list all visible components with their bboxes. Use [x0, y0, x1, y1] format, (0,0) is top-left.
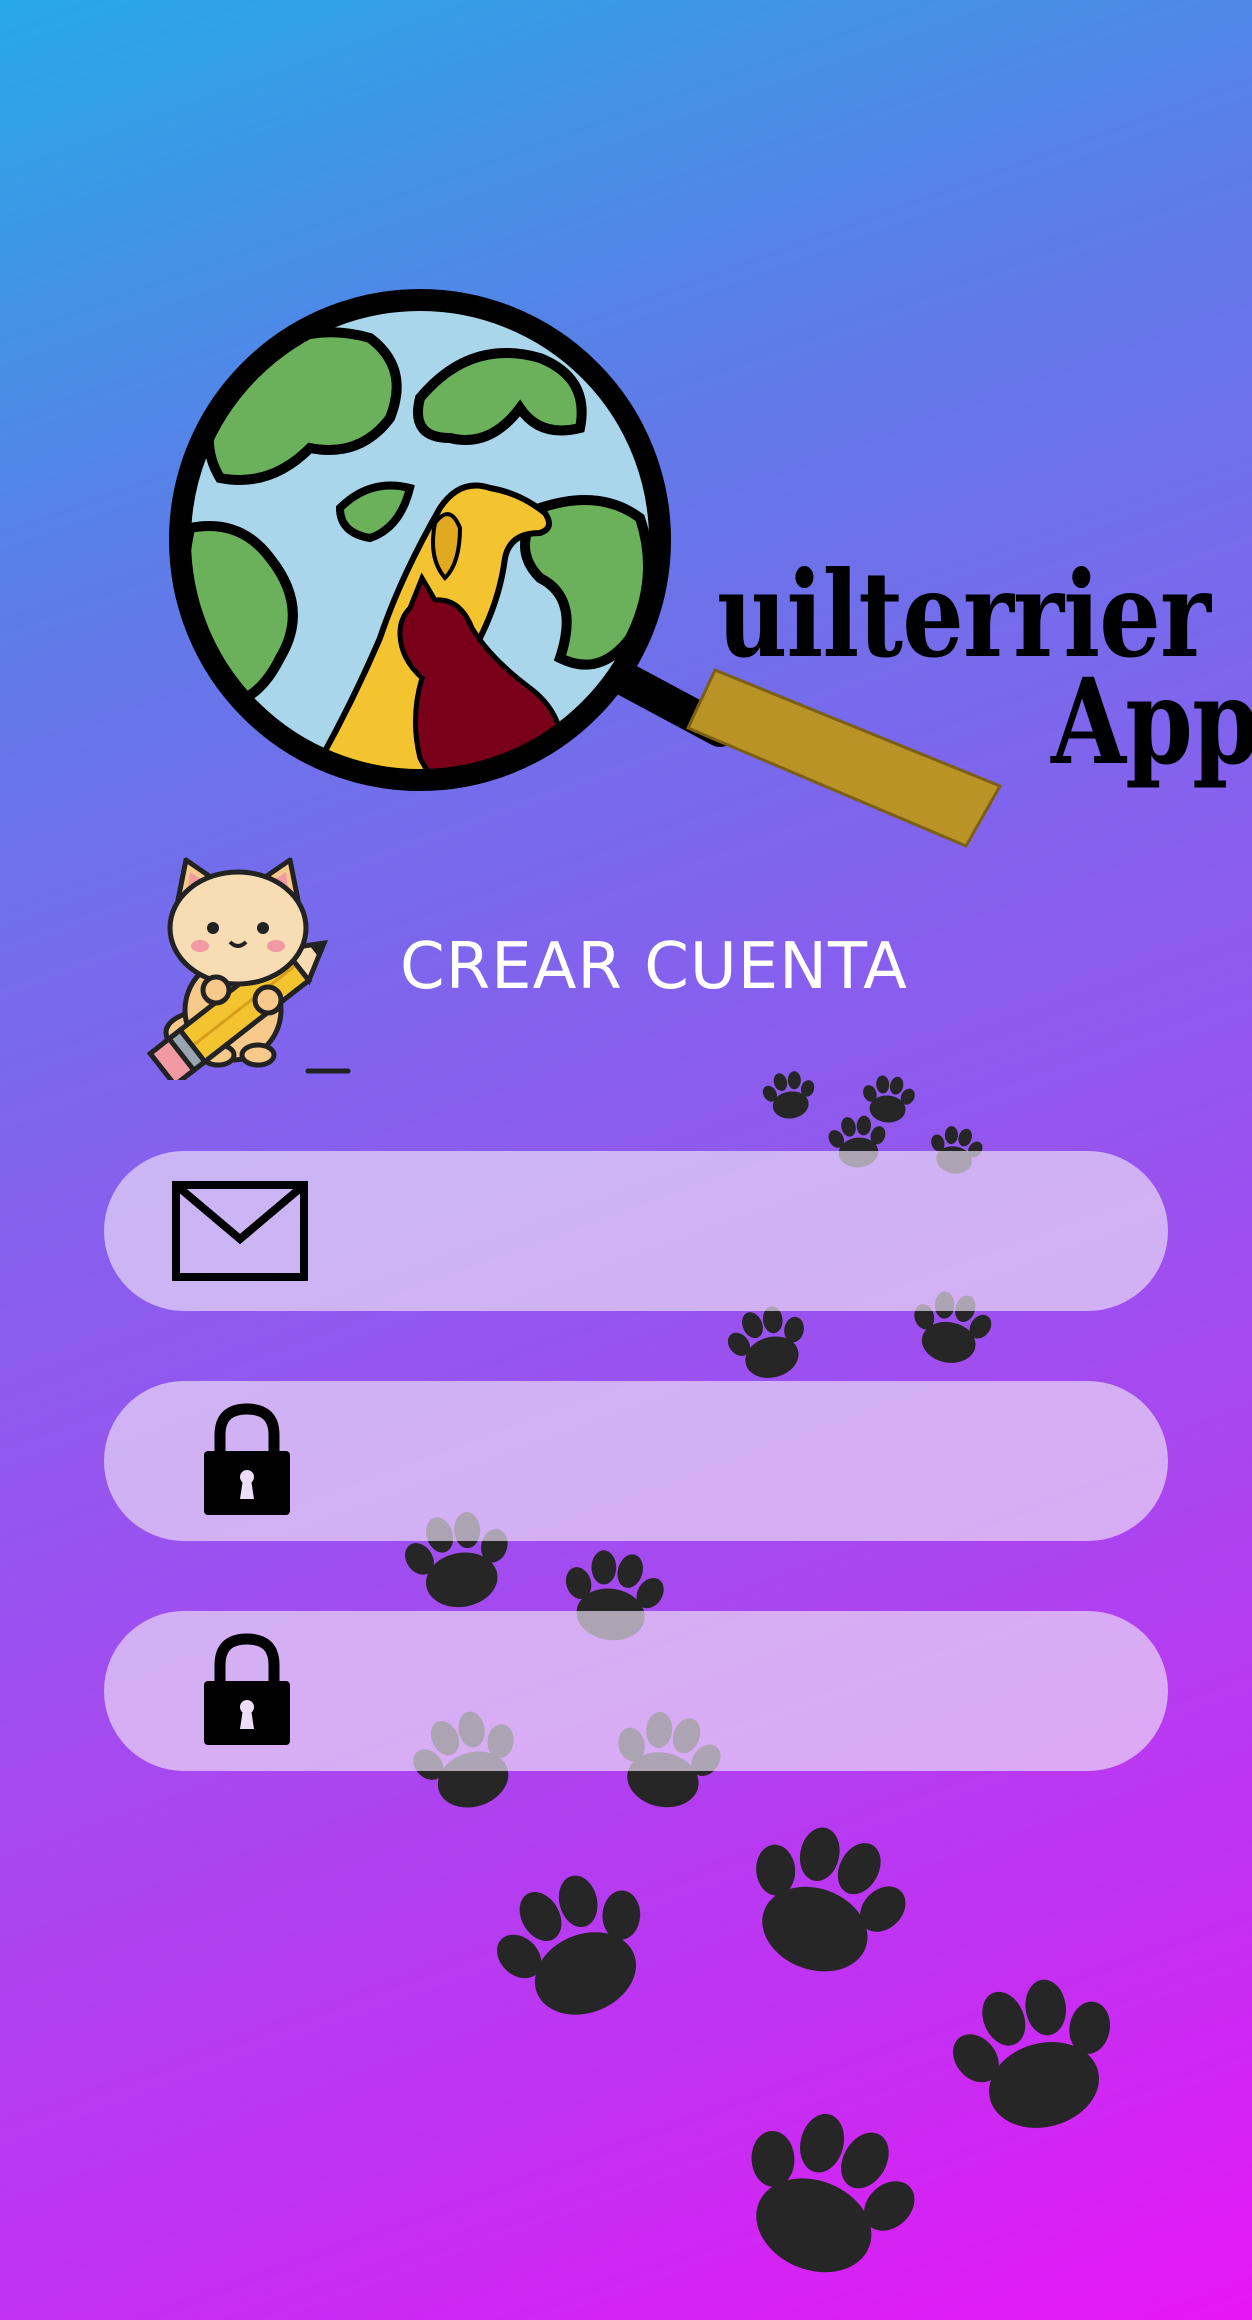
screen: uilterrier App CREAR CUENTA: [0, 0, 1252, 2320]
app-name-line2: App: [1051, 652, 1252, 791]
confirm-password-input[interactable]: [334, 1651, 1118, 1733]
confirm-password-field[interactable]: [104, 1611, 1168, 1771]
page-title: CREAR CUENTA: [400, 930, 908, 1004]
mail-icon: [172, 1181, 308, 1281]
email-input[interactable]: [334, 1191, 1118, 1273]
cat-pencil-mascot: [146, 857, 351, 1080]
lock-icon: [204, 1403, 290, 1515]
password-input[interactable]: [334, 1421, 1118, 1503]
email-field[interactable]: [104, 1151, 1168, 1311]
globe-lens: [180, 300, 660, 780]
password-field[interactable]: [104, 1381, 1168, 1541]
magnifier-handle: [591, 653, 1003, 848]
lock-icon: [204, 1633, 290, 1745]
